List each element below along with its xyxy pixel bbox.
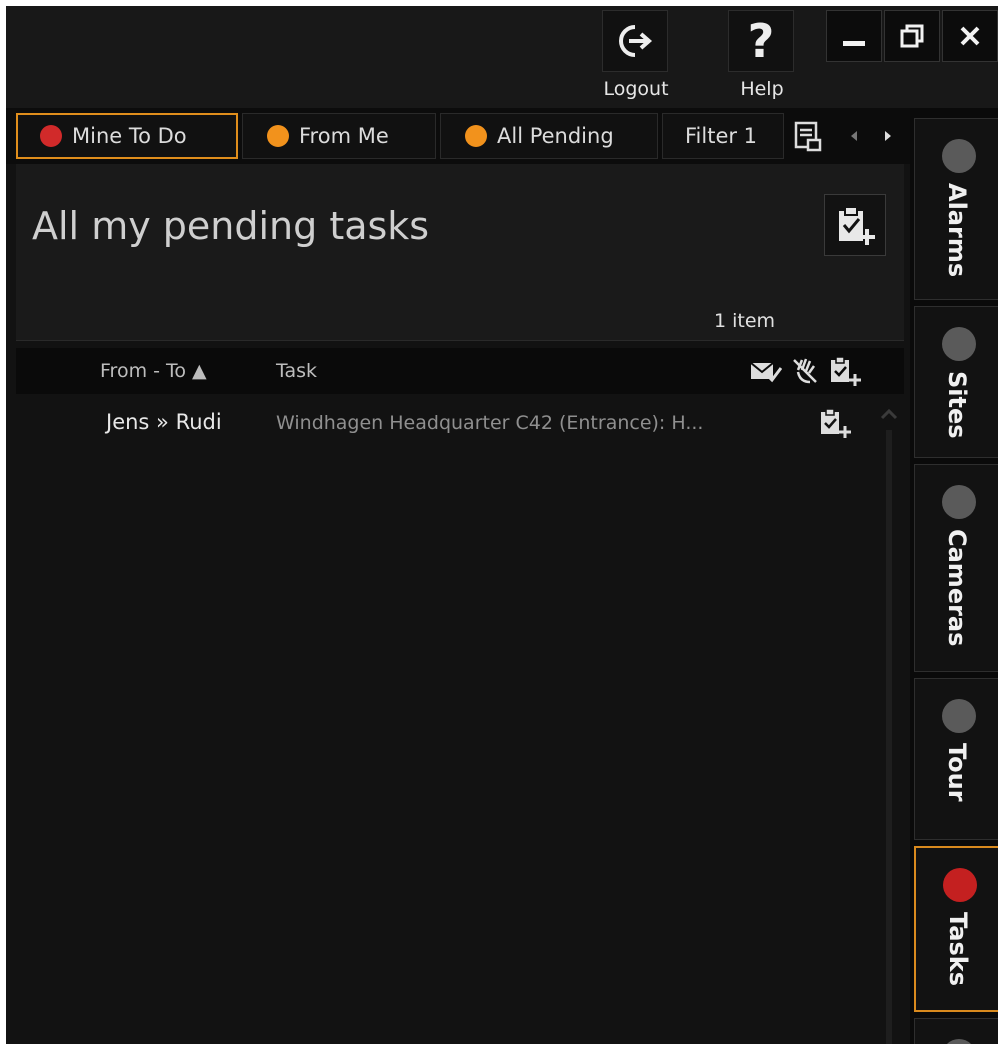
restore-button[interactable] — [884, 10, 940, 62]
help-button[interactable]: ? — [728, 10, 794, 72]
status-dot — [942, 699, 976, 733]
clipboard-add-icon[interactable] — [828, 354, 862, 388]
side-tab-label: Tour — [943, 743, 971, 802]
restore-icon — [900, 24, 924, 48]
add-task-icon — [839, 206, 875, 245]
clipboard-add-icon[interactable] — [818, 406, 852, 440]
side-tab-alarms[interactable]: Alarms — [914, 118, 998, 300]
filter-tab-bar: Mine To Do From Me All Pending Filter 1 — [6, 108, 910, 164]
side-tab-sites[interactable]: Sites — [914, 306, 998, 458]
side-tab-label: Tasks — [944, 912, 972, 987]
chevron-right-icon — [885, 131, 891, 141]
tab-list-icon — [794, 121, 822, 152]
close-icon — [960, 26, 980, 46]
side-tab-tour[interactable]: Tour — [914, 678, 998, 840]
status-dot — [267, 125, 289, 147]
status-dot — [40, 125, 62, 147]
row-task: Windhagen Headquarter C42 (Entrance): H.… — [276, 412, 704, 434]
tab-filter-1[interactable]: Filter 1 — [662, 113, 784, 159]
task-list-header: From - To ▲ Task — [16, 348, 904, 394]
item-count: 1 item — [714, 310, 776, 332]
status-dot — [465, 125, 487, 147]
minimize-icon — [843, 40, 865, 46]
add-task-button[interactable] — [824, 194, 886, 256]
tasks-header: All my pending tasks 1 item — [16, 164, 904, 341]
minimize-button[interactable] — [826, 10, 882, 62]
logout-label: Logout — [603, 78, 669, 100]
close-button[interactable] — [942, 10, 998, 62]
status-dot — [942, 139, 976, 173]
tab-all-pending[interactable]: All Pending — [440, 113, 658, 159]
tab-label: Filter 1 — [685, 124, 758, 148]
status-dot — [943, 868, 977, 902]
mail-check-icon[interactable] — [750, 358, 782, 384]
tab-list-button[interactable] — [792, 120, 826, 154]
column-from-to[interactable]: From - To ▲ — [100, 360, 207, 382]
logout-icon — [619, 25, 653, 57]
status-dot — [942, 327, 976, 361]
row-from-to: Jens » Rudi — [106, 410, 222, 434]
title-bar: Logout ? Help — [6, 6, 998, 108]
scrollbar[interactable] — [886, 430, 892, 1044]
chevron-left-icon — [851, 131, 857, 141]
side-panel: Alarms Sites Cameras Tour Tasks — [910, 108, 998, 1044]
scroll-tabs-right-button[interactable] — [878, 124, 898, 148]
side-tab-tasks[interactable]: Tasks — [914, 846, 998, 1012]
side-tab-cameras[interactable]: Cameras — [914, 464, 998, 672]
table-row[interactable]: Jens » Rudi Windhagen Headquarter C42 (E… — [16, 398, 884, 448]
scroll-tabs-left-button[interactable] — [844, 124, 864, 148]
side-tab-more[interactable] — [914, 1018, 998, 1044]
tab-from-me[interactable]: From Me — [242, 113, 436, 159]
tab-mine-to-do[interactable]: Mine To Do — [16, 113, 238, 159]
tab-label: All Pending — [497, 124, 614, 148]
hand-stop-icon[interactable] — [790, 356, 820, 386]
side-tab-label: Sites — [943, 371, 971, 439]
help-icon: ? — [747, 14, 775, 68]
tab-label: From Me — [299, 124, 389, 148]
help-label: Help — [740, 78, 784, 100]
task-window: Logout ? Help Mine To Do From Me All Pen… — [6, 6, 998, 1044]
column-task[interactable]: Task — [276, 360, 317, 382]
logout-button[interactable] — [602, 10, 668, 72]
scroll-up-icon[interactable] — [878, 406, 900, 424]
status-dot — [942, 1039, 976, 1044]
side-tab-label: Cameras — [943, 529, 971, 647]
tab-label: Mine To Do — [72, 124, 187, 148]
side-tab-label: Alarms — [943, 183, 971, 278]
status-dot — [942, 485, 976, 519]
page-title: All my pending tasks — [32, 204, 430, 248]
